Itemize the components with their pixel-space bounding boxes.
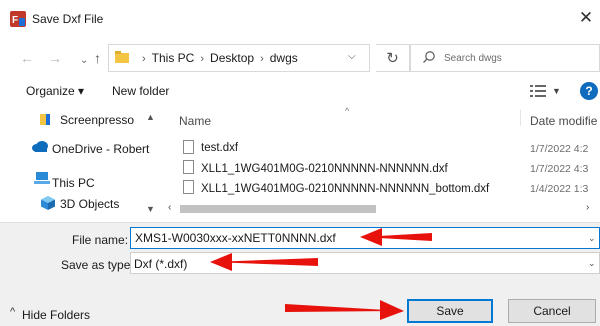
chevron-right-icon: › bbox=[260, 53, 264, 65]
search-icon bbox=[423, 51, 435, 63]
scroll-up-icon[interactable]: ▲ bbox=[146, 112, 155, 122]
sidebar-item-3d-objects[interactable]: 3D Objects bbox=[60, 197, 119, 211]
scroll-right-icon[interactable]: › bbox=[586, 202, 589, 213]
file-name[interactable]: XLL1_1WG401M0G-0210NNNNN-NNNNNN_bottom.d… bbox=[201, 183, 489, 195]
chevron-up-icon[interactable]: ^ bbox=[10, 306, 15, 318]
sidebar-item-this-pc[interactable]: This PC bbox=[52, 176, 95, 190]
app-icon: F bbox=[10, 11, 26, 27]
address-dropdown-icon[interactable]: ⌵ bbox=[348, 51, 356, 62]
breadcrumb-this-pc[interactable]: This PC bbox=[152, 51, 195, 65]
cloud-icon bbox=[32, 141, 48, 152]
file-name[interactable]: test.dxf bbox=[201, 142, 238, 154]
save-as-type-select[interactable] bbox=[130, 252, 600, 274]
scroll-down-icon[interactable]: ▼ bbox=[146, 204, 155, 214]
save-as-type-value: Dxf (*.dxf) bbox=[134, 257, 188, 271]
organize-menu-button[interactable]: Organize ▾ bbox=[26, 84, 84, 98]
refresh-button[interactable]: ↻ bbox=[376, 44, 410, 72]
sidebar-item-screenpresso[interactable]: Screenpresso bbox=[60, 113, 134, 127]
view-dropdown-icon[interactable]: ▼ bbox=[552, 86, 561, 96]
breadcrumb: › This PC › Desktop › dwgs bbox=[136, 51, 298, 65]
help-icon[interactable]: ? bbox=[580, 82, 598, 100]
file-name-label: File name: bbox=[72, 233, 129, 247]
file-date: 1/7/2022 4:3 bbox=[530, 163, 589, 175]
search-input[interactable] bbox=[444, 50, 594, 66]
file-name[interactable]: XLL1_1WG401M0G-0210NNNNN-NNNNNN.dxf bbox=[201, 163, 448, 175]
computer-icon bbox=[34, 172, 50, 184]
view-options-icon[interactable] bbox=[530, 84, 546, 98]
save-button[interactable]: Save bbox=[407, 299, 493, 323]
file-icon bbox=[183, 160, 194, 174]
column-header-date[interactable]: Date modifie bbox=[530, 114, 597, 128]
scrollbar-thumb[interactable] bbox=[180, 205, 376, 213]
file-name-input[interactable] bbox=[130, 227, 600, 249]
column-header-name[interactable]: Name bbox=[179, 114, 211, 128]
cancel-button[interactable]: Cancel bbox=[508, 299, 596, 323]
sidebar-item-onedrive[interactable]: OneDrive - Robert bbox=[52, 142, 160, 156]
forward-arrow-icon[interactable]: → bbox=[48, 50, 62, 66]
column-divider[interactable] bbox=[520, 110, 521, 126]
cube-icon bbox=[41, 196, 55, 210]
back-arrow-icon[interactable]: ← bbox=[20, 50, 34, 66]
breadcrumb-dwgs[interactable]: dwgs bbox=[270, 51, 298, 65]
new-folder-button[interactable]: New folder bbox=[112, 84, 169, 98]
folder-icon bbox=[115, 51, 129, 63]
chevron-right-icon: › bbox=[142, 53, 146, 65]
chevron-down-icon[interactable]: ⌄ bbox=[588, 233, 596, 244]
file-date: 1/4/2022 1:3 bbox=[530, 183, 589, 195]
up-arrow-icon[interactable]: ↑ bbox=[94, 50, 101, 66]
file-icon bbox=[183, 180, 194, 194]
scroll-left-icon[interactable]: ‹ bbox=[168, 202, 171, 213]
chevron-down-icon[interactable]: ⌄ bbox=[588, 258, 596, 269]
hide-folders-button[interactable]: Hide Folders bbox=[22, 308, 90, 322]
file-date: 1/7/2022 4:2 bbox=[530, 143, 589, 155]
breadcrumb-desktop[interactable]: Desktop bbox=[210, 51, 254, 65]
recent-locations-chevron-icon[interactable]: ⌄ bbox=[80, 53, 88, 69]
chevron-right-icon: › bbox=[200, 53, 205, 65]
sort-ascending-icon: ^ bbox=[345, 106, 350, 116]
folder-icon bbox=[40, 114, 50, 125]
close-icon[interactable]: ✕ bbox=[574, 6, 598, 30]
svg-text:F: F bbox=[12, 15, 18, 26]
file-icon bbox=[183, 140, 194, 154]
toolbar bbox=[0, 78, 600, 106]
save-as-type-label: Save as type: bbox=[61, 258, 134, 272]
window-title: Save Dxf File bbox=[32, 12, 104, 26]
